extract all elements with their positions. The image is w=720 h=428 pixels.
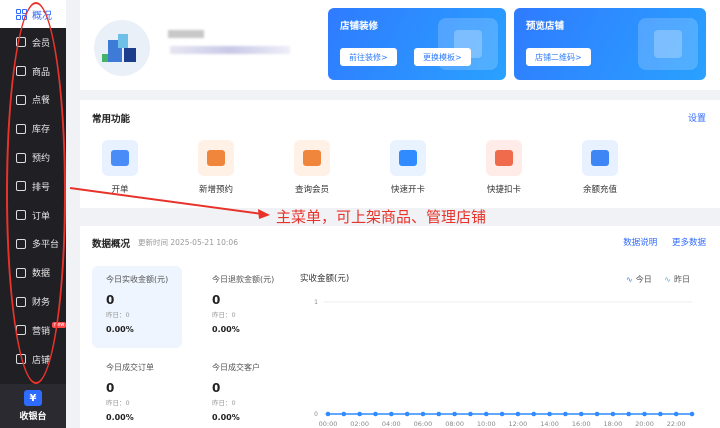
annotation-text: 主菜单，可上架商品、管理店铺 [276, 208, 487, 226]
